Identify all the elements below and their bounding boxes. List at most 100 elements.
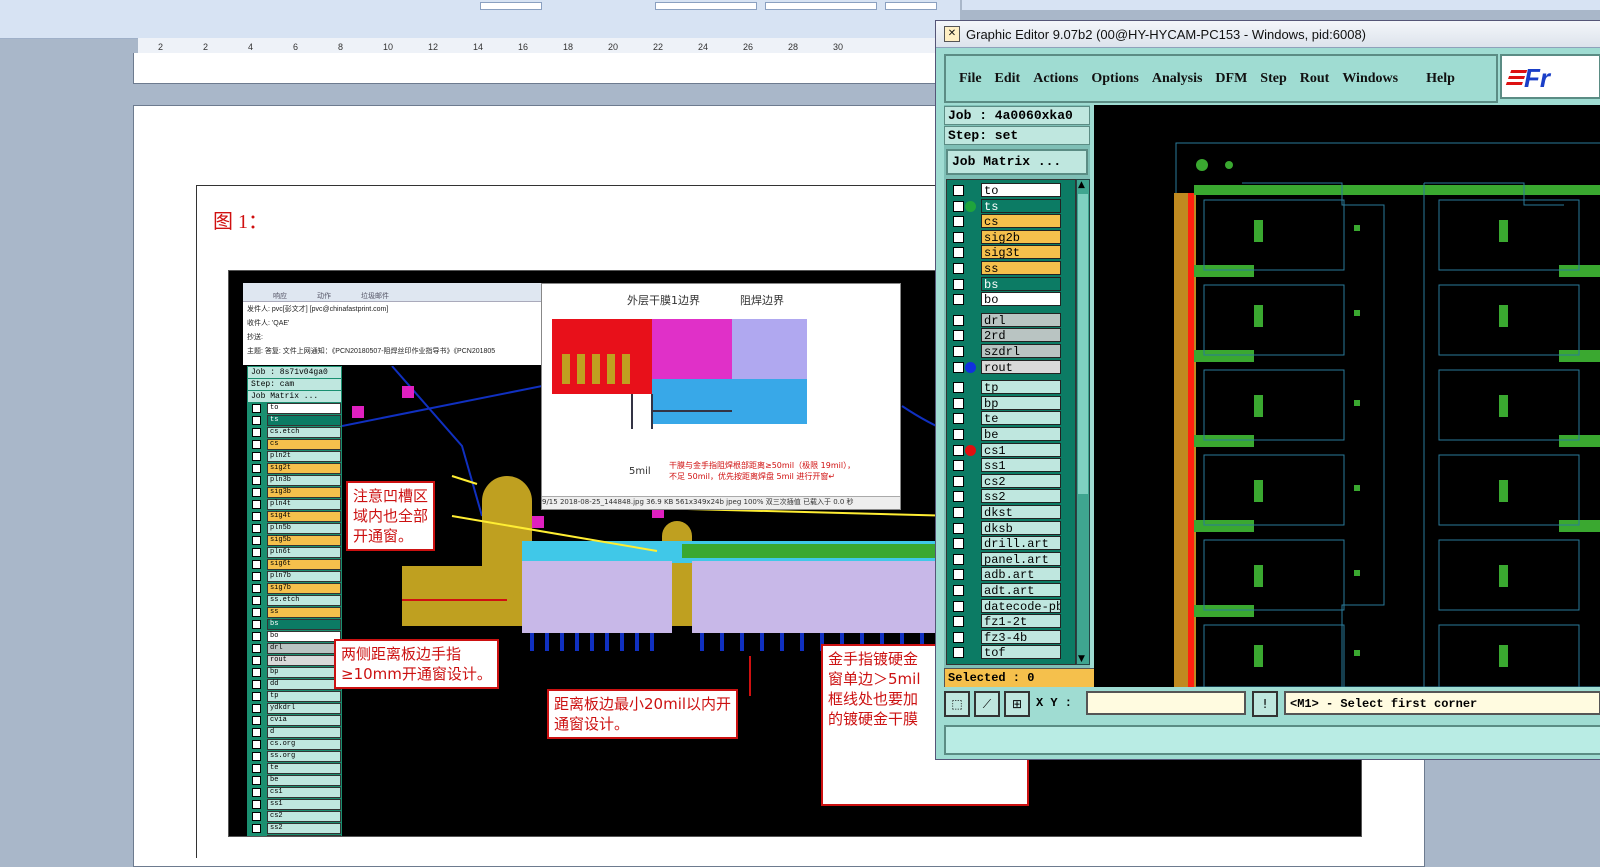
layer-checkbox[interactable] [953,413,964,425]
ge-layer-row[interactable]: drl [947,312,1075,328]
layer-checkbox[interactable] [953,491,964,503]
inner-layer-item[interactable]: bs [252,619,341,630]
inner-layer-checkbox[interactable] [252,824,261,833]
layer-checkbox[interactable] [953,569,964,581]
ge-job-matrix-button[interactable]: Job Matrix ... [946,149,1088,175]
layer-checkbox[interactable] [953,522,964,534]
inner-layer-item[interactable]: to [252,403,341,414]
inner-layer-checkbox[interactable] [252,632,261,641]
inner-layer-item[interactable]: cs1 [252,787,341,798]
inner-layer-checkbox[interactable] [252,500,261,509]
inner-layer-item[interactable]: pln3b [252,475,341,486]
inner-layer-checkbox[interactable] [252,800,261,809]
inner-layer-item[interactable]: ss.org [252,751,341,762]
layer-checkbox[interactable] [953,647,964,659]
layer-name[interactable]: bs [981,276,1061,291]
layer-checkbox[interactable] [953,600,964,612]
inner-layer-checkbox[interactable] [252,560,261,569]
layer-name[interactable]: cs [981,214,1061,229]
layer-name[interactable]: bp [981,395,1061,410]
layer-name[interactable]: be [981,427,1061,441]
ge-layer-row[interactable]: ts [947,198,1075,214]
layer-name[interactable]: cs2 [981,473,1061,488]
measure-icon[interactable]: ⟋ [974,691,1000,717]
ge-layer-row[interactable]: ss1 [947,458,1075,473]
inner-layer-checkbox[interactable] [252,488,261,497]
inner-layer-checkbox[interactable] [252,740,261,749]
layer-name[interactable]: dksb [981,520,1061,535]
layer-checkbox[interactable] [953,185,964,196]
toolbar-field[interactable] [885,2,937,10]
inner-layer-item[interactable]: ss.etch [252,595,341,606]
toolbar-field[interactable] [655,2,757,10]
layer-checkbox[interactable] [953,460,964,472]
layer-name[interactable]: drill.art [981,536,1061,551]
ge-layer-row[interactable]: tp [947,380,1075,395]
inner-layer-checkbox[interactable] [252,752,261,761]
inner-layer-checkbox[interactable] [252,464,261,473]
layer-checkbox[interactable] [953,507,964,518]
inner-layer-item[interactable]: bp [252,667,341,678]
inner-layer-checkbox[interactable] [252,668,261,677]
inner-layer-item[interactable]: sig7b [252,583,341,594]
inner-layer-item[interactable]: ss [252,607,341,618]
ge-layer-row[interactable]: rout [947,359,1075,375]
ge-layer-row[interactable]: fz1-2t [947,614,1075,629]
inner-layer-item[interactable]: dd [252,679,341,690]
inner-layer-item[interactable]: pln4t [252,499,341,510]
inner-layer-checkbox[interactable] [252,692,261,701]
inner-job-matrix[interactable]: Job Matrix ... [248,391,341,402]
inner-layer-checkbox[interactable] [252,536,261,545]
menu-file[interactable]: File [959,71,982,87]
inner-layer-checkbox[interactable] [252,452,261,461]
layer-checkbox[interactable] [953,346,964,357]
layer-name[interactable]: szdrl [981,344,1061,358]
inner-layer-checkbox[interactable] [252,836,261,837]
inner-layer-checkbox[interactable] [252,416,261,425]
layer-checkbox[interactable] [953,553,964,565]
layer-name[interactable]: te [981,411,1061,426]
layer-checkbox[interactable] [953,314,964,326]
inner-layer-item[interactable]: pln7b [252,571,341,582]
layer-checkbox[interactable] [953,247,964,259]
inner-layer-checkbox[interactable] [252,812,261,821]
inner-layer-item[interactable]: tp [252,691,341,702]
layer-name[interactable]: adt.art [981,583,1061,597]
menu-analysis[interactable]: Analysis [1152,71,1203,87]
layer-name[interactable]: cs1 [981,442,1061,457]
inner-layer-item[interactable]: rout [252,655,341,666]
layer-checkbox[interactable] [953,231,964,243]
menu-edit[interactable]: Edit [995,71,1021,87]
inner-layer-item[interactable]: sig4t [252,511,341,522]
inner-layer-item[interactable]: cvia [252,715,341,726]
layer-checkbox[interactable] [953,397,964,409]
ribbon-item[interactable]: 动作 [317,291,331,301]
inner-layer-item[interactable]: ss2 [252,823,341,834]
ge-layer-row[interactable]: fz3-4b [947,629,1075,645]
ge-layer-row[interactable]: tof [947,645,1075,660]
ge-layer-row[interactable]: te [947,411,1075,426]
inner-layer-checkbox[interactable] [252,428,261,437]
ge-layer-row[interactable]: cs2 [947,473,1075,489]
inner-layer-item[interactable]: cs.org [252,739,341,750]
inner-layer-item[interactable]: sig3b [252,487,341,498]
ge-layer-row[interactable]: cs [947,214,1075,229]
layer-checkbox[interactable] [953,429,964,440]
inner-layer-checkbox[interactable] [252,776,261,785]
menu-step[interactable]: Step [1260,71,1286,87]
inner-layer-checkbox[interactable] [252,476,261,485]
menu-dfm[interactable]: DFM [1215,71,1247,87]
layer-name[interactable]: to [981,183,1061,197]
inner-layer-item[interactable]: bo [252,631,341,642]
ge-layer-row[interactable]: bo [947,292,1075,307]
layer-name[interactable]: rout [981,359,1061,374]
toolbar-field[interactable] [480,2,542,10]
inner-layer-checkbox[interactable] [252,704,261,713]
ge-layer-row[interactable]: adt.art [947,583,1075,598]
scroll-thumb[interactable] [1078,194,1088,494]
layer-checkbox[interactable] [953,538,964,550]
ge-layer-row[interactable]: be [947,427,1075,442]
snap-grid-icon[interactable]: ⊞ [1004,691,1030,717]
layer-checkbox[interactable] [953,444,964,456]
inner-layer-checkbox[interactable] [252,404,261,413]
